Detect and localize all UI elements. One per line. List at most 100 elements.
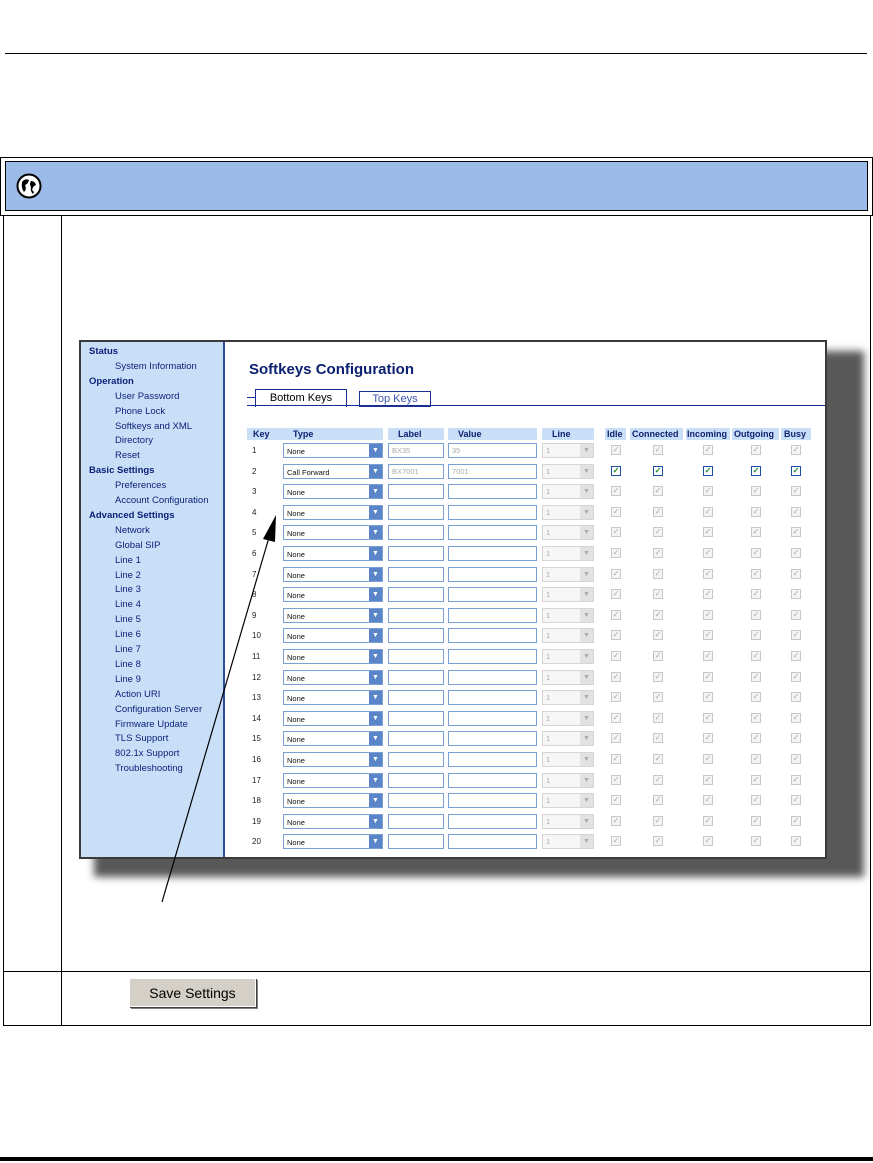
chevron-down-icon[interactable]: ▼ <box>580 753 593 766</box>
chevron-down-icon[interactable]: ▼ <box>369 711 382 725</box>
incoming-checkbox[interactable]: ✓ <box>703 630 713 641</box>
outgoing-checkbox[interactable]: ✓ <box>751 712 761 723</box>
chevron-down-icon[interactable]: ▼ <box>369 670 382 684</box>
sidebar-link[interactable]: Line 9 <box>115 674 141 685</box>
busy-checkbox[interactable]: ✓ <box>791 445 801 455</box>
sidebar-link[interactable]: Line 2 <box>115 570 141 581</box>
outgoing-checkbox[interactable]: ✓ <box>751 774 761 785</box>
type-select[interactable]: None ▼ <box>283 525 383 541</box>
chevron-down-icon[interactable]: ▼ <box>580 608 593 622</box>
connected-checkbox[interactable]: ✓ <box>653 733 663 744</box>
chevron-down-icon[interactable]: ▼ <box>580 588 593 602</box>
line-select[interactable]: 1 ▼ <box>542 525 594 541</box>
chevron-down-icon[interactable]: ▼ <box>369 629 382 643</box>
sidebar-link[interactable]: Line 3 <box>115 584 141 595</box>
type-select[interactable]: None ▼ <box>283 628 383 644</box>
busy-checkbox[interactable]: ✓ <box>791 465 801 476</box>
idle-checkbox[interactable]: ✓ <box>611 486 621 497</box>
idle-checkbox[interactable]: ✓ <box>611 795 621 806</box>
label-input[interactable]: BX35 <box>388 443 444 458</box>
busy-checkbox[interactable]: ✓ <box>791 733 801 744</box>
idle-checkbox[interactable]: ✓ <box>611 815 621 826</box>
connected-checkbox[interactable]: ✓ <box>653 754 663 764</box>
connected-checkbox[interactable]: ✓ <box>653 712 663 723</box>
chevron-down-icon[interactable]: ▼ <box>580 505 593 519</box>
sidebar-link[interactable]: Global SIP <box>115 540 160 551</box>
type-select[interactable]: None ▼ <box>283 669 383 685</box>
incoming-checkbox[interactable]: ✓ <box>703 527 713 538</box>
value-input[interactable] <box>448 772 537 788</box>
chevron-down-icon[interactable]: ▼ <box>580 485 593 499</box>
incoming-checkbox[interactable]: ✓ <box>703 445 713 455</box>
sidebar-link[interactable]: System Information <box>115 361 197 372</box>
connected-checkbox[interactable]: ✓ <box>653 548 663 558</box>
idle-checkbox[interactable]: ✓ <box>611 548 621 558</box>
sidebar-link[interactable]: Preferences <box>115 480 166 491</box>
chevron-down-icon[interactable]: ▼ <box>369 814 382 828</box>
outgoing-checkbox[interactable]: ✓ <box>751 527 761 538</box>
chevron-down-icon[interactable]: ▼ <box>369 588 382 602</box>
sidebar-link[interactable]: Line 6 <box>115 629 141 640</box>
chevron-down-icon[interactable]: ▼ <box>369 505 382 519</box>
chevron-down-icon[interactable]: ▼ <box>580 732 593 746</box>
line-select[interactable]: 1 ▼ <box>542 710 594 726</box>
value-input[interactable] <box>448 710 537 726</box>
label-input[interactable] <box>388 628 444 644</box>
outgoing-checkbox[interactable]: ✓ <box>751 836 761 847</box>
idle-checkbox[interactable]: ✓ <box>611 527 621 538</box>
type-select[interactable]: None ▼ <box>283 772 383 788</box>
label-input[interactable] <box>388 546 444 561</box>
value-input[interactable] <box>448 628 537 644</box>
sidebar-link[interactable]: User Password <box>115 391 179 402</box>
value-input[interactable] <box>448 669 537 685</box>
value-input[interactable]: 35 <box>448 443 537 458</box>
sidebar-link[interactable]: Softkeys and XML <box>115 421 192 432</box>
line-select[interactable]: 1 ▼ <box>542 546 594 561</box>
idle-checkbox[interactable]: ✓ <box>611 589 621 600</box>
busy-checkbox[interactable]: ✓ <box>791 774 801 785</box>
idle-checkbox[interactable]: ✓ <box>611 445 621 455</box>
connected-checkbox[interactable]: ✓ <box>653 589 663 600</box>
type-select[interactable]: None ▼ <box>283 710 383 726</box>
incoming-checkbox[interactable]: ✓ <box>703 692 713 703</box>
line-select[interactable]: 1 ▼ <box>542 793 594 809</box>
line-select[interactable]: 1 ▼ <box>542 772 594 788</box>
incoming-checkbox[interactable]: ✓ <box>703 754 713 764</box>
chevron-down-icon[interactable]: ▼ <box>369 444 382 457</box>
incoming-checkbox[interactable]: ✓ <box>703 671 713 682</box>
type-select[interactable]: None ▼ <box>283 731 383 747</box>
outgoing-checkbox[interactable]: ✓ <box>751 651 761 661</box>
type-select[interactable]: None ▼ <box>283 752 383 767</box>
type-select[interactable]: None ▼ <box>283 793 383 809</box>
outgoing-checkbox[interactable]: ✓ <box>751 465 761 476</box>
connected-checkbox[interactable]: ✓ <box>653 630 663 641</box>
incoming-checkbox[interactable]: ✓ <box>703 712 713 723</box>
idle-checkbox[interactable]: ✓ <box>611 651 621 661</box>
idle-checkbox[interactable]: ✓ <box>611 671 621 682</box>
label-input[interactable] <box>388 649 444 664</box>
idle-checkbox[interactable]: ✓ <box>611 465 621 476</box>
busy-checkbox[interactable]: ✓ <box>791 589 801 600</box>
busy-checkbox[interactable]: ✓ <box>791 692 801 703</box>
chevron-down-icon[interactable]: ▼ <box>580 464 593 478</box>
outgoing-checkbox[interactable]: ✓ <box>751 671 761 682</box>
label-input[interactable] <box>388 772 444 788</box>
type-select[interactable]: None ▼ <box>283 443 383 458</box>
connected-checkbox[interactable]: ✓ <box>653 651 663 661</box>
connected-checkbox[interactable]: ✓ <box>653 609 663 620</box>
type-select[interactable]: None ▼ <box>283 649 383 664</box>
chevron-down-icon[interactable]: ▼ <box>580 773 593 787</box>
sidebar-link[interactable]: Configuration Server <box>115 704 202 715</box>
chevron-down-icon[interactable]: ▼ <box>580 650 593 663</box>
line-select[interactable]: 1 ▼ <box>542 649 594 664</box>
value-input[interactable] <box>448 607 537 623</box>
type-select[interactable]: None ▼ <box>283 566 383 582</box>
chevron-down-icon[interactable]: ▼ <box>369 547 382 560</box>
connected-checkbox[interactable]: ✓ <box>653 671 663 682</box>
line-select[interactable]: 1 ▼ <box>542 752 594 767</box>
incoming-checkbox[interactable]: ✓ <box>703 506 713 517</box>
chevron-down-icon[interactable]: ▼ <box>369 567 382 581</box>
busy-checkbox[interactable]: ✓ <box>791 671 801 682</box>
sidebar-link[interactable]: Line 7 <box>115 644 141 655</box>
outgoing-checkbox[interactable]: ✓ <box>751 692 761 703</box>
